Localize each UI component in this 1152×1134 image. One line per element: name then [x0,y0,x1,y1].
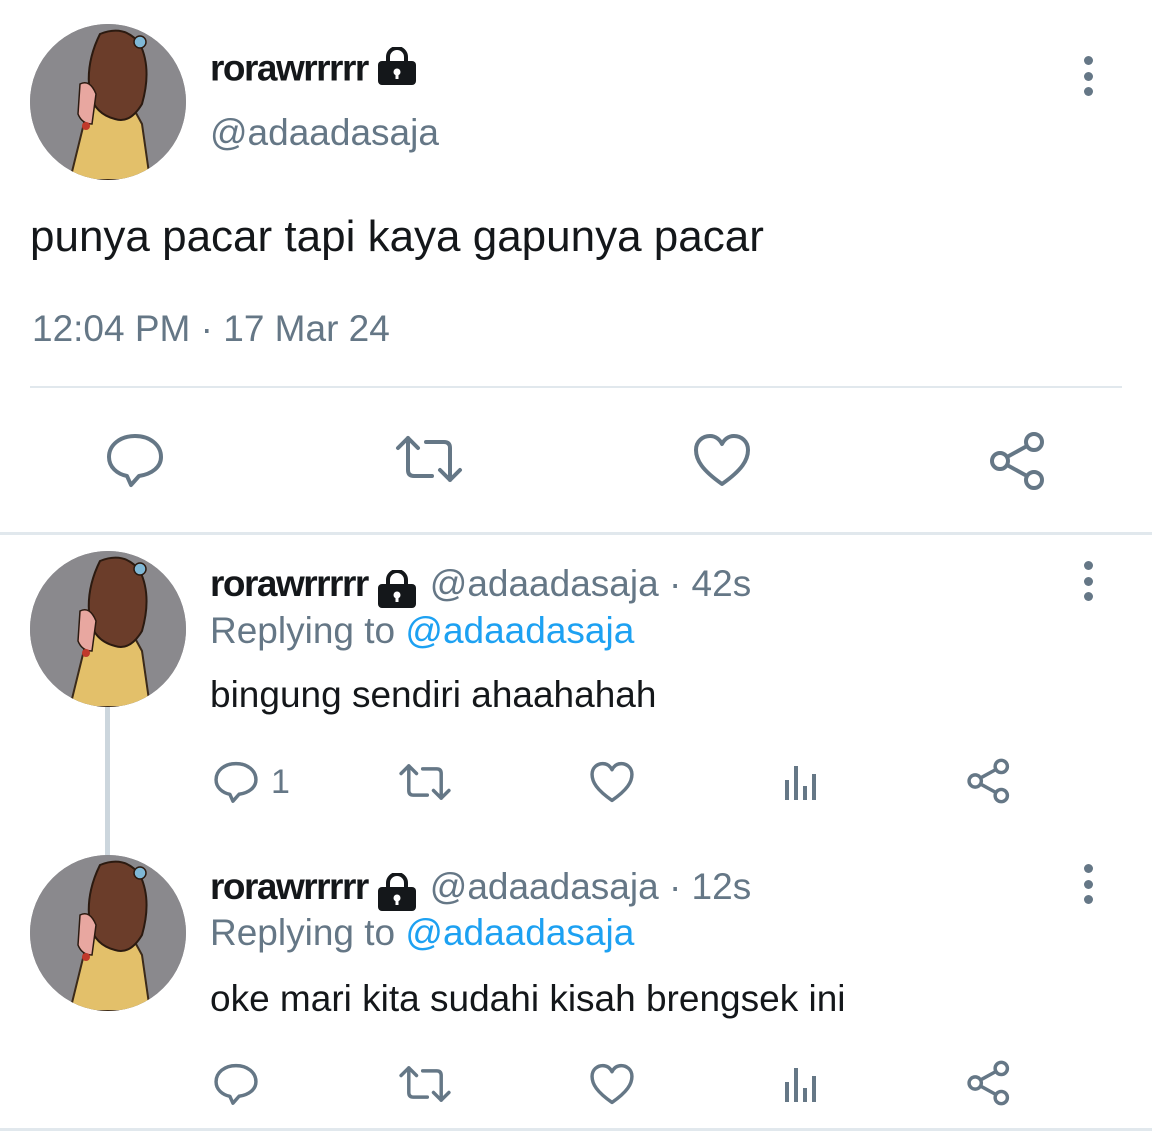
author-handle[interactable]: @adaadasaja [210,112,439,154]
share-icon[interactable] [966,758,1012,804]
tweet-timestamp[interactable]: 12:04 PM · 17 Mar 24 [32,308,390,350]
replying-to-handle[interactable]: @adaadasaja [405,610,634,651]
heart-icon[interactable] [589,760,635,804]
more-vertical-icon[interactable] [1078,561,1098,601]
author-name-text: rorawrrrrr [210,47,369,89]
reply-text: bingung sendiri ahaahahah [210,674,657,715]
lock-icon [376,46,418,94]
reply-action[interactable]: 1 [213,760,290,804]
share-icon[interactable] [966,1060,1012,1106]
comment-icon[interactable] [213,1062,259,1106]
retweet-icon[interactable] [398,762,452,802]
author-name[interactable]: rorawrrrrr [210,563,369,604]
thread-line [105,705,110,855]
retweet-icon[interactable] [394,434,464,484]
divider [0,1128,1152,1131]
lock-icon [376,569,418,613]
divider [30,386,1122,388]
lock-icon [376,872,418,916]
comment-icon[interactable] [213,760,259,804]
divider [0,532,1152,535]
author-handle-time[interactable]: @adaadasaja · 12s [430,866,751,907]
heart-icon[interactable] [692,432,752,488]
retweet-icon[interactable] [398,1064,452,1104]
comment-icon[interactable] [105,432,165,488]
replying-to: Replying to @adaadasaja [210,912,634,954]
analytics-icon[interactable] [781,1064,821,1104]
author-name[interactable]: rorawrrrrr [210,866,369,907]
author-handle-time[interactable]: @adaadasaja · 42s [430,563,751,604]
replying-to-label: Replying to [210,610,396,651]
analytics-icon[interactable] [781,762,821,802]
replying-to-handle[interactable]: @adaadasaja [405,912,634,953]
avatar[interactable] [30,551,186,707]
more-vertical-icon[interactable] [1078,864,1098,904]
tweet-text: punya pacar tapi kaya gapunya pacar [30,212,764,261]
avatar[interactable] [30,855,186,1011]
heart-icon[interactable] [589,1062,635,1106]
replying-to-label: Replying to [210,912,396,953]
reply-text: oke mari kita sudahi kisah brengsek ini [210,978,846,1019]
reply-header: rorawrrrrr @adaadasaja · 42s [210,563,751,613]
reply-header: rorawrrrrr @adaadasaja · 12s [210,866,751,916]
avatar[interactable] [30,24,186,180]
more-vertical-icon[interactable] [1078,56,1098,96]
share-icon[interactable] [988,432,1048,490]
replying-to: Replying to @adaadasaja [210,610,634,652]
author-name[interactable]: rorawrrrrr [210,46,418,94]
reply-count: 1 [271,762,290,801]
